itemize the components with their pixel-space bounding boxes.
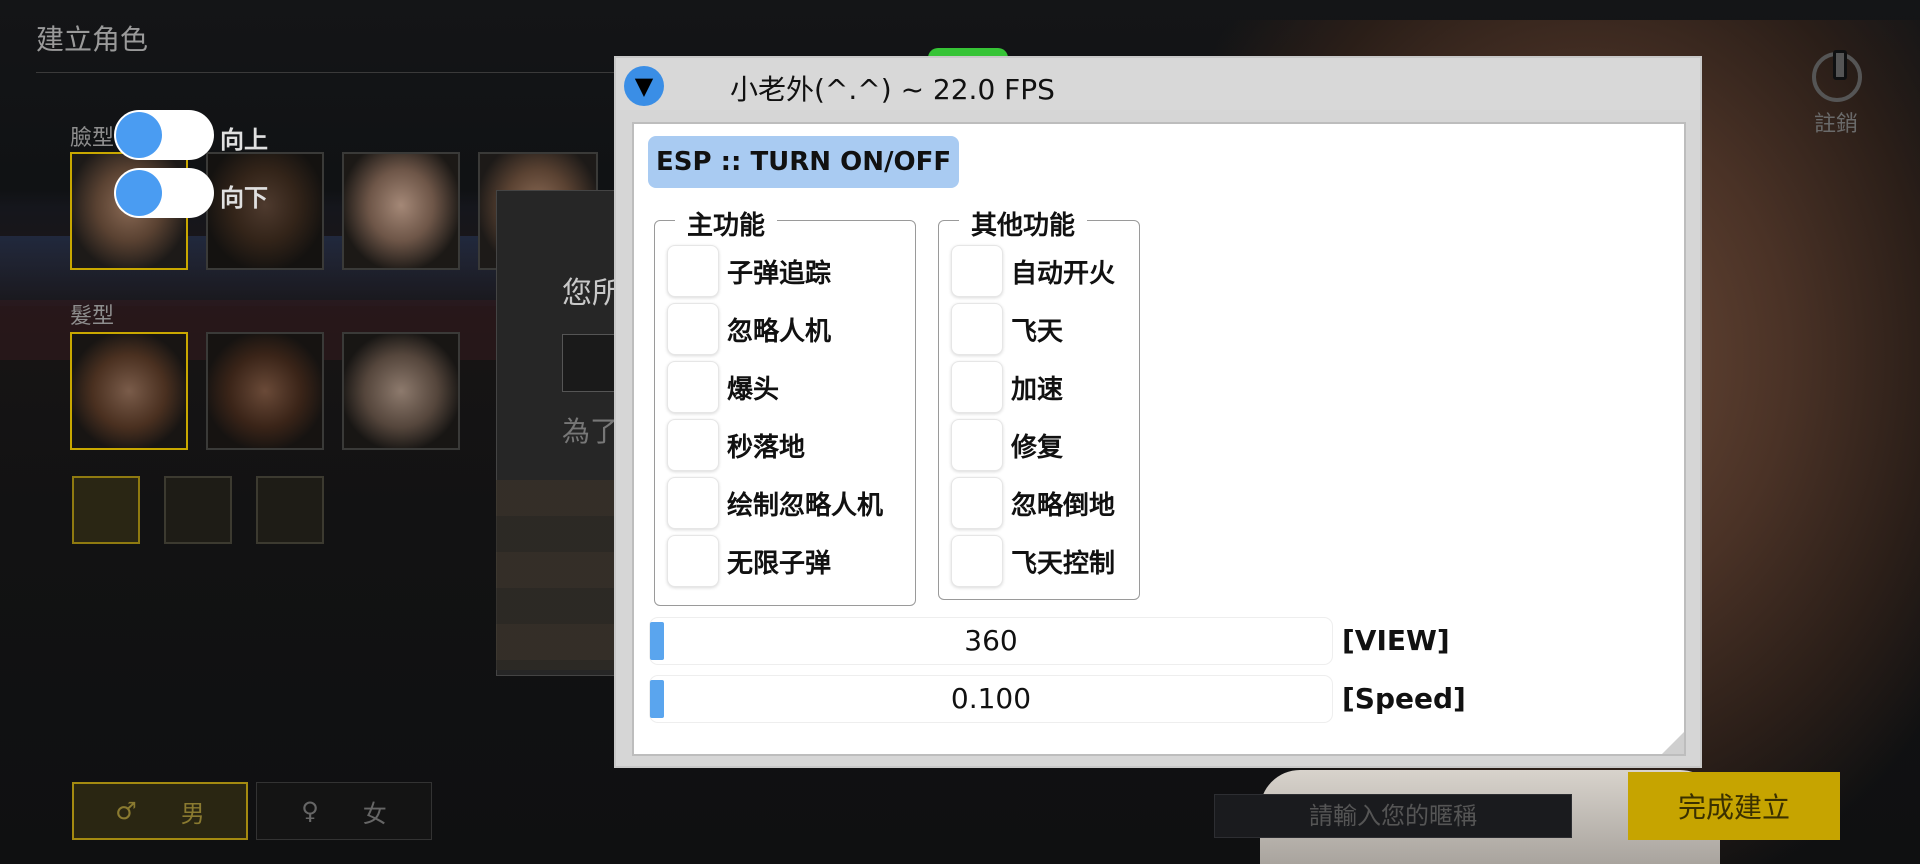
checkbox-label: 忽略倒地 bbox=[1011, 490, 1116, 521]
background-dialog-text: 您所 bbox=[562, 276, 622, 311]
speed-slider[interactable]: 0.100 bbox=[650, 676, 1332, 722]
checkbox[interactable] bbox=[951, 245, 1003, 297]
slider-value: 360 bbox=[964, 624, 1018, 657]
checkbox-bullet-tracking[interactable]: 子弹追踪 bbox=[667, 245, 831, 297]
esp-toggle-button[interactable]: ESP :: TURN ON/OFF bbox=[648, 136, 960, 188]
male-icon: ♂ bbox=[115, 797, 137, 825]
checkbox[interactable] bbox=[667, 477, 719, 529]
background-dialog-text: 為了 bbox=[562, 415, 619, 448]
checkbox[interactable] bbox=[951, 361, 1003, 413]
slider-value: 0.100 bbox=[950, 682, 1032, 715]
nickname-input[interactable]: 請輸入您的暱稱 bbox=[1214, 794, 1572, 838]
gender-female-button[interactable]: ♀ 女 bbox=[256, 782, 432, 840]
checkbox-label: 爆头 bbox=[727, 374, 780, 405]
gender-male-label: 男 bbox=[180, 799, 205, 828]
female-icon: ♀ bbox=[301, 797, 319, 825]
checkbox[interactable] bbox=[951, 477, 1003, 529]
checkbox-label: 飞天 bbox=[1011, 316, 1064, 347]
resize-handle[interactable] bbox=[1662, 732, 1684, 754]
checkbox[interactable] bbox=[667, 361, 719, 413]
group-title: 其他功能 bbox=[959, 205, 1088, 242]
checkbox-fly-control[interactable]: 飞天控制 bbox=[951, 535, 1115, 587]
toggle-down[interactable] bbox=[114, 168, 214, 218]
gender-male-button[interactable]: ♂ 男 bbox=[72, 782, 248, 840]
mod-menu-window: ▼ 小老外(^.^) ~ 22.0 FPS ESP :: TURN ON/OFF… bbox=[614, 56, 1702, 768]
toggle-knob bbox=[116, 170, 162, 216]
other-features-group: 其他功能 自动开火 飞天 加速 修复 忽略倒地 飞天控制 bbox=[938, 205, 1140, 600]
menu-body: ESP :: TURN ON/OFF 主功能 子弹追踪 忽略人机 爆头 秒落地 bbox=[632, 122, 1686, 756]
checkbox-fly[interactable]: 飞天 bbox=[951, 303, 1063, 355]
triangle-down-icon: ▼ bbox=[634, 72, 654, 100]
page-title: 建立角色 bbox=[36, 23, 149, 56]
main-features-group: 主功能 子弹追踪 忽略人机 爆头 秒落地 绘制忽略人机 无限子弹 bbox=[654, 205, 916, 606]
face-section-label: 臉型 bbox=[70, 126, 115, 151]
checkbox-label: 忽略人机 bbox=[727, 316, 832, 347]
menu-title: 小老外(^.^) ~ 22.0 FPS bbox=[730, 73, 1055, 106]
checkbox-label: 无限子弹 bbox=[727, 548, 832, 579]
checkbox-headshot[interactable]: 爆头 bbox=[667, 361, 779, 413]
checkbox[interactable] bbox=[951, 303, 1003, 355]
checkbox[interactable] bbox=[667, 535, 719, 587]
toggle-up[interactable] bbox=[114, 110, 214, 160]
checkbox-label: 自动开火 bbox=[1011, 258, 1116, 289]
checkbox-ignore-bots[interactable]: 忽略人机 bbox=[667, 303, 831, 355]
view-slider-label: [VIEW] bbox=[1342, 624, 1450, 657]
checkbox-auto-fire[interactable]: 自动开火 bbox=[951, 245, 1115, 297]
toggle-knob bbox=[116, 112, 162, 158]
logout-label[interactable]: 註銷 bbox=[1814, 106, 1858, 138]
checkbox[interactable] bbox=[667, 419, 719, 471]
checkbox-label: 修复 bbox=[1011, 432, 1064, 463]
checkbox-instant-landing[interactable]: 秒落地 bbox=[667, 419, 805, 471]
checkbox[interactable] bbox=[951, 419, 1003, 471]
checkbox-label: 绘制忽略人机 bbox=[727, 490, 884, 521]
checkbox[interactable] bbox=[951, 535, 1003, 587]
color-swatch-2[interactable] bbox=[164, 476, 232, 544]
checkbox-label: 加速 bbox=[1011, 374, 1064, 405]
color-swatch-1[interactable] bbox=[72, 476, 140, 544]
power-icon[interactable] bbox=[1812, 50, 1862, 102]
speed-slider-label: [Speed] bbox=[1342, 682, 1466, 715]
checkbox-label: 子弹追踪 bbox=[727, 258, 832, 289]
checkbox-repair[interactable]: 修复 bbox=[951, 419, 1063, 471]
checkbox-ignore-downed[interactable]: 忽略倒地 bbox=[951, 477, 1115, 529]
hair-option-1[interactable] bbox=[70, 332, 188, 450]
toggle-down-label: 向下 bbox=[220, 184, 268, 212]
collapse-button[interactable]: ▼ bbox=[624, 66, 664, 106]
toggle-up-label: 向上 bbox=[220, 126, 268, 154]
view-slider[interactable]: 360 bbox=[650, 618, 1332, 664]
title-divider bbox=[36, 72, 636, 73]
menu-header[interactable]: ▼ 小老外(^.^) ~ 22.0 FPS bbox=[616, 58, 1700, 110]
checkbox-draw-ignore-bots[interactable]: 绘制忽略人机 bbox=[667, 477, 883, 529]
complete-button[interactable]: 完成建立 bbox=[1628, 772, 1840, 840]
checkbox-infinite-ammo[interactable]: 无限子弹 bbox=[667, 535, 831, 587]
group-title: 主功能 bbox=[675, 205, 778, 242]
checkbox-label: 飞天控制 bbox=[1011, 548, 1116, 579]
gender-female-label: 女 bbox=[362, 799, 387, 828]
hair-option-3[interactable] bbox=[342, 332, 460, 450]
color-swatch-3[interactable] bbox=[256, 476, 324, 544]
hair-option-2[interactable] bbox=[206, 332, 324, 450]
checkbox-label: 秒落地 bbox=[727, 432, 806, 463]
hair-section-label: 髮型 bbox=[70, 304, 115, 329]
checkbox[interactable] bbox=[667, 303, 719, 355]
face-option-3[interactable] bbox=[342, 152, 460, 270]
checkbox-speed-up[interactable]: 加速 bbox=[951, 361, 1063, 413]
checkbox[interactable] bbox=[667, 245, 719, 297]
